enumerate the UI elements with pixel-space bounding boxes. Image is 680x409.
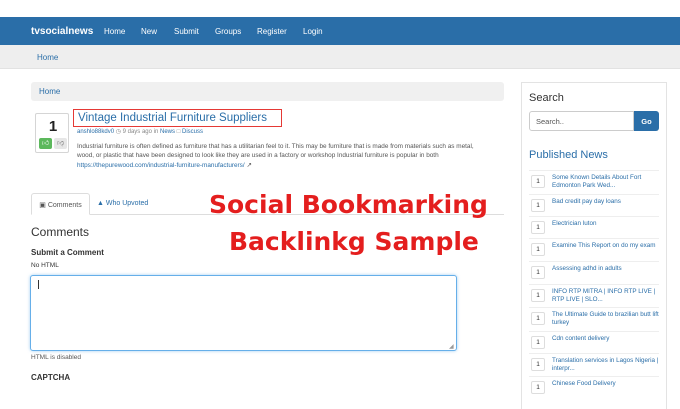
news-title-link[interactable]: Translation services in Lagos Nigeria | … xyxy=(552,357,660,373)
story-in-label: in xyxy=(153,129,159,135)
text-caret xyxy=(38,280,39,289)
top-navbar: tvsocialnews Home New Submit Groups Regi… xyxy=(0,17,680,45)
breadcrumb: Home xyxy=(31,82,504,101)
nav-submit[interactable]: Submit xyxy=(174,27,199,36)
clock-icon: ◷ xyxy=(115,129,121,135)
nav-register[interactable]: Register xyxy=(257,27,287,36)
list-item: 1 Assessing adhd in adults xyxy=(529,261,659,285)
published-news-heading[interactable]: Published News xyxy=(529,149,608,161)
thumbs-up-icon[interactable]: 👍︎ xyxy=(39,138,52,149)
breadcrumb-bar: Home xyxy=(0,45,680,69)
news-vote-count: 1 xyxy=(531,336,545,349)
list-item: 1 Electrician luton xyxy=(529,216,659,240)
news-vote-count: 1 xyxy=(531,199,545,212)
nav-login[interactable]: Login xyxy=(303,27,323,36)
news-title-link[interactable]: INFO RTP MITRA | INFO RTP LIVE | RTP LIV… xyxy=(552,288,660,304)
story-meta: anshlo88kdv0 ◷ 9 days ago in News □ Disc… xyxy=(77,128,203,135)
breadcrumb-home-link[interactable]: Home xyxy=(39,87,60,96)
thumbs-up-small-icon: ▲ xyxy=(97,200,104,207)
story-category[interactable]: News xyxy=(160,129,175,135)
captcha-heading: CAPTCHA xyxy=(31,373,71,382)
news-title-link[interactable]: Examine This Report on do my exam xyxy=(552,242,660,250)
tab-comments[interactable]: ▣ Comments xyxy=(31,193,90,215)
story-description-text: Industrial furniture is often defined as… xyxy=(77,143,474,160)
news-title-link[interactable]: Cdn content delivery xyxy=(552,335,660,343)
news-vote-count: 1 xyxy=(531,358,545,371)
news-title-link[interactable]: Some Known Details About Fort Edmonton P… xyxy=(552,174,660,190)
resize-grip-icon[interactable]: ◢ xyxy=(449,343,454,350)
list-item: 1 Examine This Report on do my exam xyxy=(529,238,659,262)
list-item: 1 The Ultimate Guide to brazilian butt l… xyxy=(529,307,659,331)
comment-icon: □ xyxy=(176,129,181,135)
list-item: 1 INFO RTP MITRA | INFO RTP LIVE | RTP L… xyxy=(529,284,659,308)
news-vote-count: 1 xyxy=(531,381,545,394)
story-title[interactable]: Vintage Industrial Furniture Suppliers xyxy=(78,112,267,124)
search-go-button[interactable]: Go xyxy=(634,111,659,131)
list-item: 1 Translation services in Lagos Nigeria … xyxy=(529,353,659,377)
tab-who-upvoted[interactable]: ▲ Who Upvoted xyxy=(97,193,148,215)
vote-box: 1 👍︎ 👎︎ xyxy=(35,113,69,153)
list-item: 1 Bad credit pay day loans xyxy=(529,194,659,218)
comments-icon: ▣ xyxy=(39,202,46,209)
list-item: 1 Chinese Food Delivery xyxy=(529,376,659,400)
overlay-caption-line-2: Backlinkg Sample xyxy=(229,227,479,256)
news-title-link[interactable]: Chinese Food Delivery xyxy=(552,380,660,388)
news-title-link[interactable]: Bad credit pay day loans xyxy=(552,198,660,206)
list-item: 1 Some Known Details About Fort Edmonton… xyxy=(529,170,659,194)
html-disabled-note: HTML is disabled xyxy=(31,354,81,361)
external-link-icon[interactable]: ↗ xyxy=(246,162,251,169)
nav-groups[interactable]: Groups xyxy=(215,27,241,36)
news-vote-count: 1 xyxy=(531,312,545,325)
news-title-link[interactable]: Assessing adhd in adults xyxy=(552,265,660,273)
story-author[interactable]: anshlo88kdv0 xyxy=(77,129,114,135)
story-time: 9 days ago xyxy=(122,129,152,135)
brand-logo[interactable]: tvsocialnews xyxy=(31,26,93,37)
story-source-link[interactable]: https://thepurewood.com/industrial-furni… xyxy=(77,162,245,169)
tab-comments-label: Comments xyxy=(47,202,82,209)
tab-who-upvoted-label: Who Upvoted xyxy=(105,200,149,207)
vote-count: 1 xyxy=(48,118,58,135)
news-vote-count: 1 xyxy=(531,175,545,188)
comment-textarea[interactable] xyxy=(30,275,457,351)
thumbs-down-icon[interactable]: 👎︎ xyxy=(54,138,67,149)
search-heading: Search xyxy=(529,92,564,104)
story-description: Industrial furniture is often defined as… xyxy=(77,142,477,170)
news-title-link[interactable]: The Ultimate Guide to brazilian butt lif… xyxy=(552,311,660,327)
list-item: 1 Cdn content delivery xyxy=(529,331,659,355)
news-vote-count: 1 xyxy=(531,266,545,279)
overlay-caption-line-1: Social Bookmarking xyxy=(209,190,488,219)
nav-home[interactable]: Home xyxy=(104,27,125,36)
search-input[interactable] xyxy=(529,111,634,131)
story-discuss-link[interactable]: Discuss xyxy=(182,129,203,135)
news-title-link[interactable]: Electrician luton xyxy=(552,220,660,228)
subbar-home-link[interactable]: Home xyxy=(37,53,58,62)
no-html-note: No HTML xyxy=(31,262,59,269)
nav-new[interactable]: New xyxy=(141,27,157,36)
submit-comment-heading: Submit a Comment xyxy=(31,248,104,257)
comments-heading: Comments xyxy=(31,225,90,239)
news-vote-count: 1 xyxy=(531,243,545,256)
news-vote-count: 1 xyxy=(531,289,545,302)
news-vote-count: 1 xyxy=(531,221,545,234)
story-title-highlight: Vintage Industrial Furniture Suppliers xyxy=(73,109,282,127)
